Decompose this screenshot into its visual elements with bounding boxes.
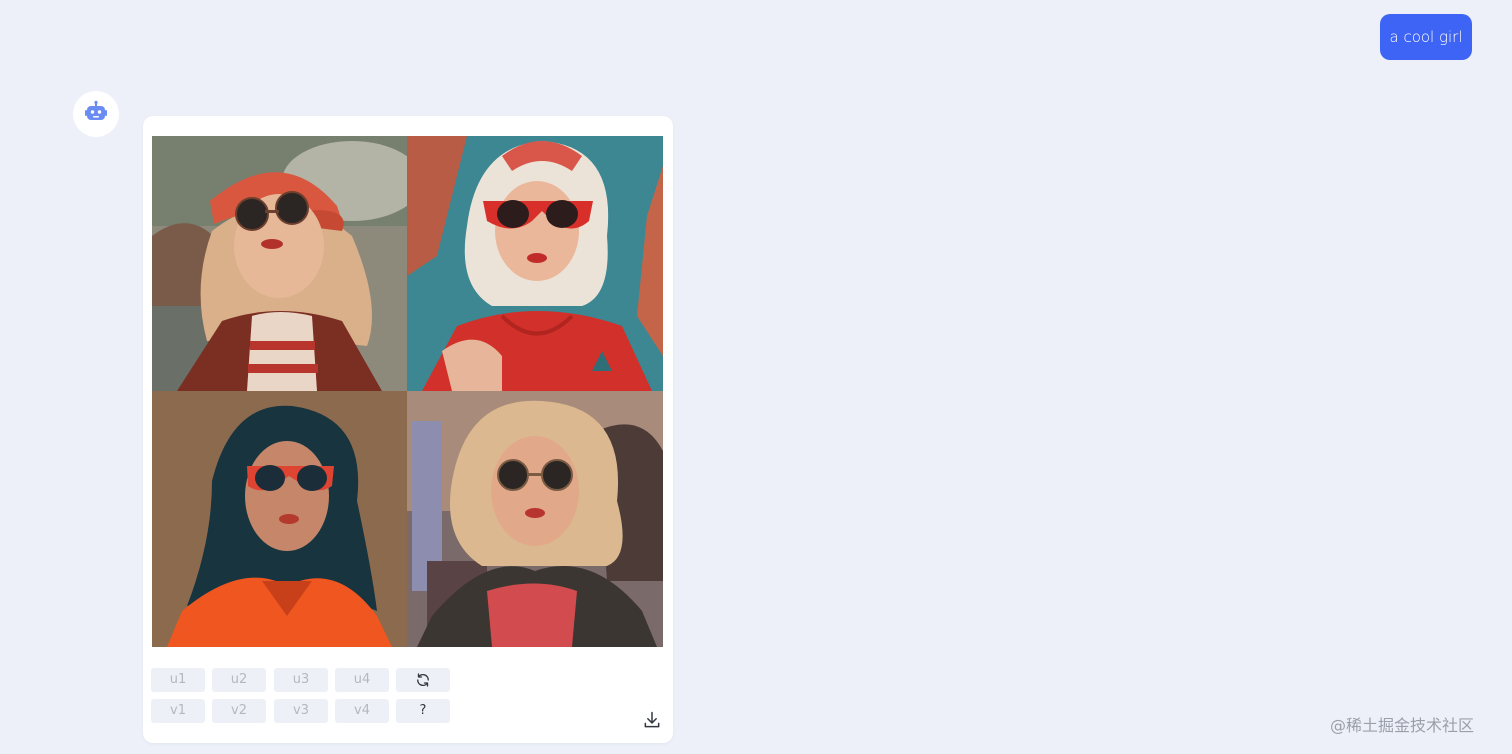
refresh-icon — [414, 672, 432, 687]
upscale-button-u2[interactable]: u2 — [212, 668, 266, 692]
download-button[interactable] — [641, 711, 663, 733]
variation-button-v4[interactable]: v4 — [335, 699, 389, 723]
image-result-card: u1 u2 u3 u4 v1 v2 v3 v4 ? — [143, 116, 673, 743]
image-grid — [152, 136, 663, 647]
upscale-button-u3[interactable]: u3 — [274, 668, 328, 692]
variation-button-v1[interactable]: v1 — [151, 699, 205, 723]
generated-image-2[interactable] — [407, 136, 663, 391]
help-button[interactable]: ? — [396, 699, 450, 723]
variation-button-v3[interactable]: v3 — [274, 699, 328, 723]
generated-image-4[interactable] — [407, 391, 663, 647]
reroll-button[interactable] — [396, 668, 450, 692]
upscale-button-u1[interactable]: u1 — [151, 668, 205, 692]
user-message-bubble: a cool girl — [1380, 14, 1472, 60]
generated-image-3[interactable] — [152, 391, 407, 647]
generated-image-1[interactable] — [152, 136, 407, 391]
variation-button-v2[interactable]: v2 — [212, 699, 266, 723]
robot-icon — [84, 100, 108, 129]
download-icon — [642, 710, 662, 735]
watermark: @稀土掘金技术社区 — [1330, 716, 1475, 735]
upscale-button-u4[interactable]: u4 — [335, 668, 389, 692]
bot-avatar — [73, 91, 119, 137]
